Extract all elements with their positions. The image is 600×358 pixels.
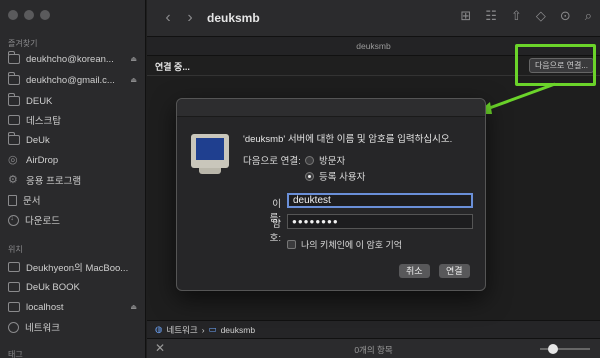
sidebar-section-tags: 태그 [8,350,23,358]
connect-as-label: 다음으로 연결: [243,156,301,167]
server-icon: ▭ [208,324,217,334]
zoom-window-button[interactable] [40,10,50,20]
server-icon [8,302,20,312]
sidebar-item-label: deukhcho@korean... [26,53,114,65]
share-icon[interactable]: ⇧ [511,8,522,24]
radio-guest-label: 방문자 [319,156,346,167]
sidebar-item-label: DEUK [26,95,53,107]
airdrop-icon: ◎ [8,154,18,166]
sidebar-item-label: DeUk BOOK [26,281,80,293]
sidebar-item-deukhcho-korean[interactable]: deukhcho@korean... ⏏ [8,49,141,69]
name-input[interactable]: deuktest [287,193,473,208]
radio-button-icon [305,155,314,165]
sidebar-item-deuk-book[interactable]: DeUk BOOK [8,277,141,297]
sidebar: 즐겨찾기 deukhcho@korean... ⏏ deukhcho@gmail… [0,0,146,358]
slider-knob[interactable] [548,344,558,354]
sidebar-item-deukhcho-gmail[interactable]: deukhcho@gmail.c... ⏏ [8,70,141,90]
path-bar: ◍ 네트워크 › ▭ deuksmb [147,320,600,338]
minimize-window-button[interactable] [24,10,34,20]
radio-registered-label: 등록 사용자 [319,172,366,183]
radio-guest[interactable]: 방문자 [305,153,345,167]
sidebar-item-home[interactable]: DeUk [8,130,141,150]
item-count: 0개의 항목 [354,345,393,355]
eject-icon[interactable]: ⏏ [130,303,141,311]
dialog-titlebar [177,99,485,117]
close-window-button[interactable] [8,10,18,20]
sidebar-item-label: 응용 프로그램 [26,176,82,187]
window-title: deuksmb [207,11,260,25]
sidebar-item-localhost[interactable]: localhost ⏏ [8,297,141,317]
download-icon [8,213,19,226]
document-icon [8,194,17,206]
forward-button[interactable]: › [179,9,201,27]
radio-button-selected-icon [305,171,314,181]
network-icon: ◍ [155,324,163,334]
checkbox-icon [287,240,296,249]
sidebar-item-deuk[interactable]: DEUK [8,91,141,111]
path-item-deuksmb[interactable]: deuksmb [221,325,256,335]
back-button[interactable]: ‹ [157,9,179,27]
sidebar-item-applications[interactable]: ⚙ 응용 프로그램 [8,170,141,190]
folder-icon [8,93,20,106]
sidebar-item-desktop[interactable]: 데스크탑 [8,110,141,130]
sidebar-item-downloads[interactable]: 다운로드 [8,210,141,230]
monitor-stand [199,168,221,174]
remember-keychain-label: 나의 키체인에 이 암호 기억 [301,240,403,250]
sidebar-item-label: Deukhyeon의 MacBoo... [26,263,129,274]
folder-icon [8,51,20,64]
sidebar-section-favorites: 즐겨찾기 [8,39,38,48]
sidebar-item-label: 문서 [23,196,41,207]
sidebar-item-label: 데스크탑 [26,116,61,127]
home-icon [8,132,20,145]
toolbar-icons: ⊞ ☷ ⇧ ◇ ⊙ ⌕ [460,8,592,24]
connect-button[interactable]: 연결 [439,264,470,278]
login-dialog: 'deuksmb' 서버에 대한 이름 및 암호를 입력하십시오. 다음으로 연… [176,98,486,291]
group-icon[interactable]: ☷ [485,8,497,24]
eject-icon[interactable]: ⏏ [130,55,141,63]
window-controls [8,10,50,20]
eject-icon[interactable]: ⏏ [130,76,141,84]
sidebar-item-documents[interactable]: 문서 [8,190,141,210]
password-label: 암호: [269,219,281,244]
sidebar-item-airdrop[interactable]: ◎ AirDrop [8,150,141,170]
path-separator: › [201,324,205,335]
folder-icon [8,72,20,85]
tag-icon[interactable]: ◇ [536,8,546,24]
status-bar: ✕ 0개의 항목 [147,338,600,358]
sidebar-item-label: deukhcho@gmail.c... [26,74,115,86]
search-icon[interactable]: ⌕ [585,8,592,24]
radio-registered-user[interactable]: 등록 사용자 [305,169,365,183]
sidebar-item-label: DeUk [26,134,50,146]
cancel-button[interactable]: 취소 [399,264,430,278]
dialog-message: 'deuksmb' 서버에 대한 이름 및 암호를 입력하십시오. [243,134,453,145]
server-monitor-icon [191,134,229,168]
sidebar-item-label: AirDrop [26,154,59,166]
view-options-icon[interactable]: ⊞ [460,8,471,24]
sidebar-item-label: 다운로드 [25,216,60,227]
drive-icon [8,282,20,292]
icon-size-slider[interactable] [540,344,590,354]
connecting-label: 연결 중... [155,62,190,72]
remember-keychain-checkbox[interactable]: 나의 키체인에 이 암호 기억 [287,238,402,251]
more-actions-icon[interactable]: ⊙ [560,8,571,24]
password-input[interactable]: ●●●●●●●● [287,214,473,229]
network-icon [8,321,19,333]
sidebar-item-macbook[interactable]: Deukhyeon의 MacBoo... [8,257,141,277]
sidebar-item-network[interactable]: 네트워크 [8,317,141,337]
toolbar: ‹ › deuksmb ⊞ ☷ ⇧ ◇ ⊙ ⌕ [147,0,600,36]
path-item-network[interactable]: 네트워크 [166,324,197,336]
desktop-icon [8,115,20,125]
sidebar-item-label: 네트워크 [25,323,60,334]
sidebar-section-locations: 위치 [8,245,23,254]
applications-icon: ⚙ [8,174,18,186]
sidebar-item-label: localhost [26,301,64,313]
laptop-icon [8,262,20,272]
